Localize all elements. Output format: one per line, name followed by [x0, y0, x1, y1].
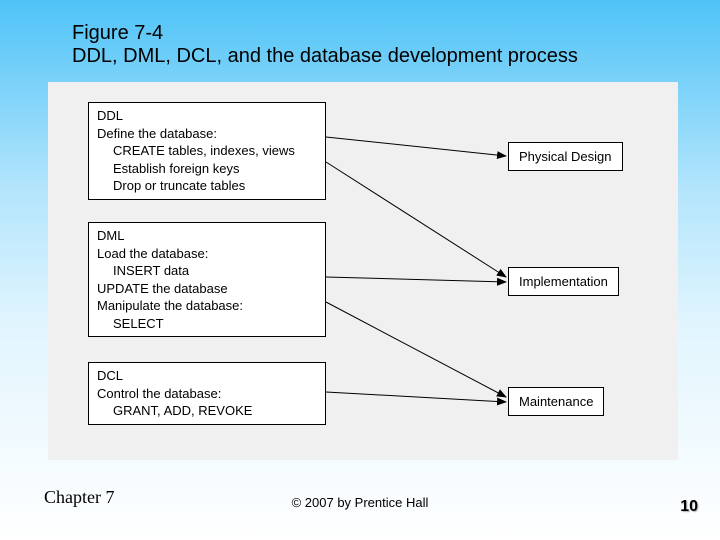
page-number: 10	[680, 498, 698, 516]
dml-box: DML Load the database: INSERT data UPDAT…	[88, 222, 326, 337]
copyright-text: © 2007 by Prentice Hall	[0, 495, 720, 510]
ddl-item1: CREATE tables, indexes, views	[113, 142, 317, 160]
maintenance-box: Maintenance	[508, 387, 604, 416]
dml-header: DML	[97, 227, 317, 245]
dml-item2: SELECT	[113, 315, 317, 333]
figure-title: DDL, DML, DCL, and the database developm…	[72, 45, 578, 68]
dcl-line1: Control the database:	[97, 385, 317, 403]
physical-design-label: Physical Design	[519, 149, 612, 164]
dml-item1: INSERT data	[113, 262, 317, 280]
dml-line1: Load the database:	[97, 245, 317, 263]
ddl-line1: Define the database:	[97, 125, 317, 143]
physical-design-box: Physical Design	[508, 142, 623, 171]
ddl-item2: Establish foreign keys	[113, 160, 317, 178]
figure-number: Figure 7-4	[72, 22, 578, 45]
dcl-item1: GRANT, ADD, REVOKE	[113, 402, 317, 420]
figure-heading: Figure 7-4 DDL, DML, DCL, and the databa…	[72, 22, 578, 68]
implementation-label: Implementation	[519, 274, 608, 289]
dcl-header: DCL	[97, 367, 317, 385]
ddl-header: DDL	[97, 107, 317, 125]
dml-line2: UPDATE the database	[97, 280, 317, 298]
dcl-box: DCL Control the database: GRANT, ADD, RE…	[88, 362, 326, 425]
dml-line3: Manipulate the database:	[97, 297, 317, 315]
diagram-area: DDL Define the database: CREATE tables, …	[48, 82, 678, 460]
maintenance-label: Maintenance	[519, 394, 593, 409]
ddl-item3: Drop or truncate tables	[113, 177, 317, 195]
implementation-box: Implementation	[508, 267, 619, 296]
ddl-box: DDL Define the database: CREATE tables, …	[88, 102, 326, 200]
